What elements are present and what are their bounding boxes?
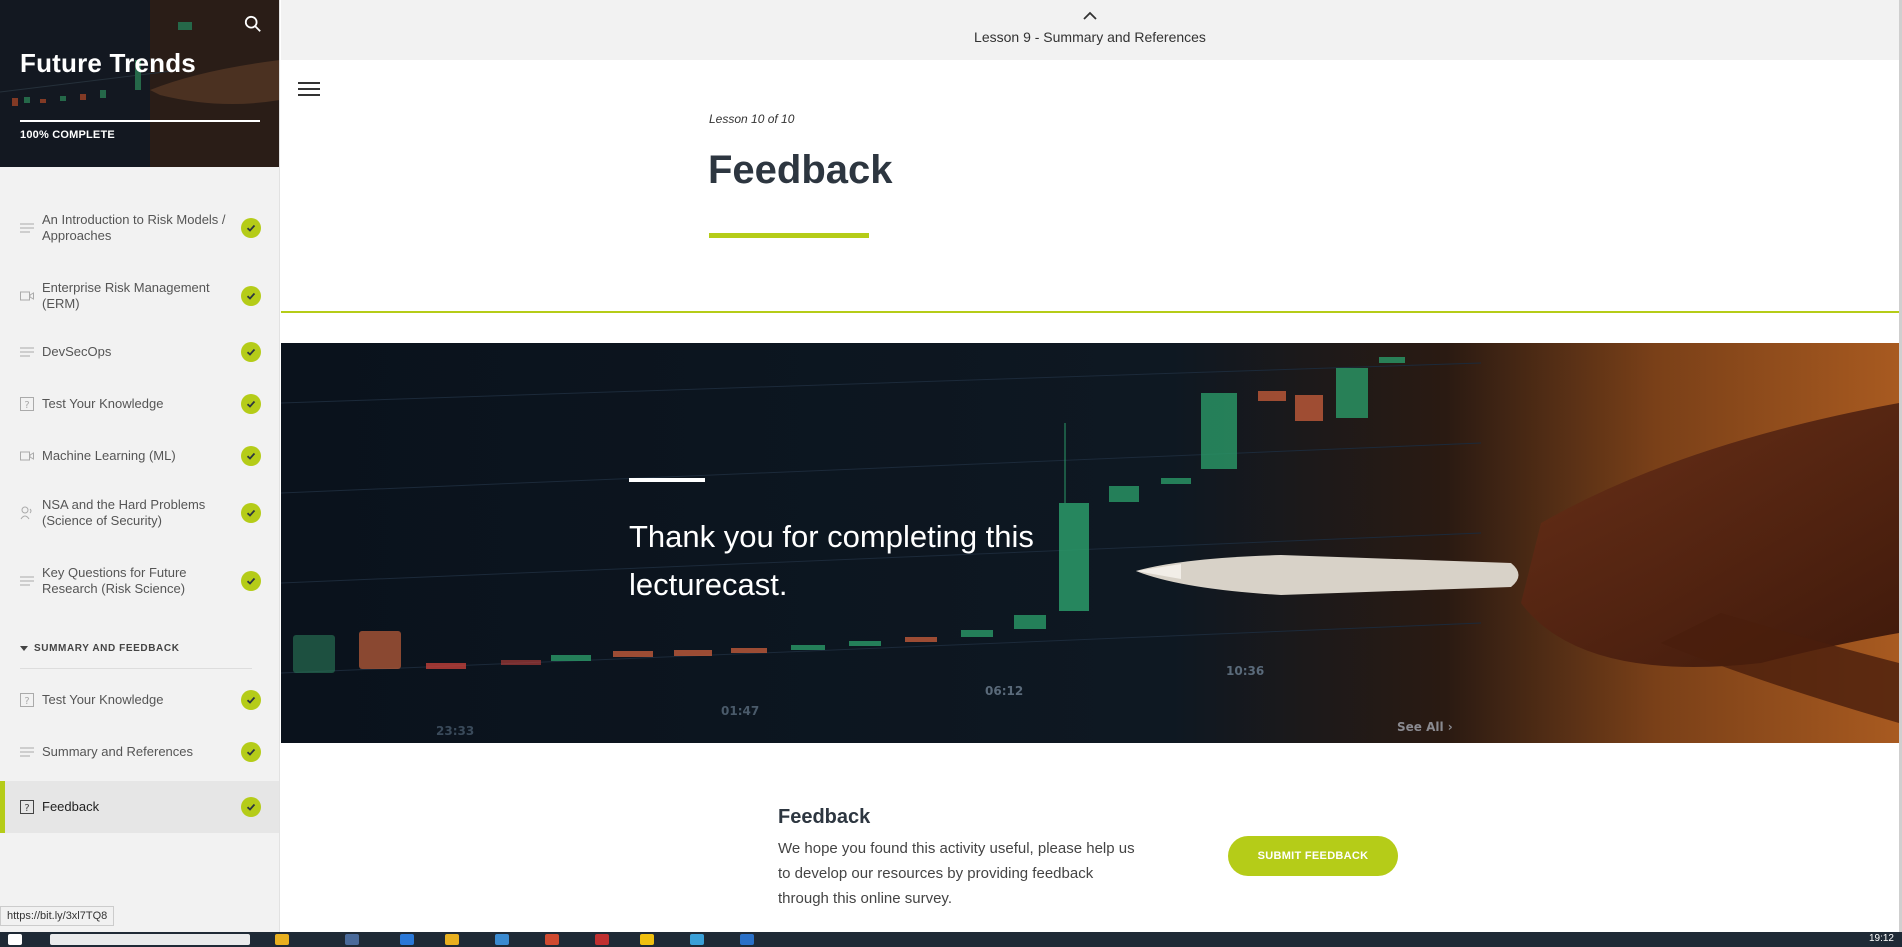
course-progress-bar <box>20 120 260 122</box>
page-title: Feedback <box>708 148 893 192</box>
svg-text:10:36: 10:36 <box>1226 664 1264 678</box>
previous-lesson-link[interactable]: Lesson 9 - Summary and References <box>281 29 1899 45</box>
sidebar-item-machine-learning[interactable]: Machine Learning (ML) <box>0 441 279 471</box>
svg-text:06:12: 06:12 <box>985 684 1023 698</box>
sidebar-item-summary-references[interactable]: Summary and References <box>0 737 279 767</box>
svg-text:01:47: 01:47 <box>721 704 759 718</box>
check-icon <box>241 218 261 238</box>
taskbar-app-icon[interactable] <box>495 934 509 945</box>
svg-text:See All ›: See All › <box>1397 720 1453 734</box>
text-lines-icon <box>20 347 34 357</box>
sidebar-item-label: Enterprise Risk Management (ERM) <box>42 280 210 311</box>
taskbar-app-icon[interactable] <box>400 934 414 945</box>
app-window: Future Trends 100% COMPLETE An Introduct… <box>0 0 1902 947</box>
check-icon <box>241 446 261 466</box>
sidebar-item-label: NSA and the Hard Problems (Science of Se… <box>42 497 206 528</box>
taskbar-app-icon[interactable] <box>275 934 289 945</box>
caret-down-icon <box>20 646 28 651</box>
section-divider <box>281 311 1899 313</box>
title-underline <box>709 233 869 238</box>
start-icon[interactable] <box>8 934 22 945</box>
check-icon <box>241 690 261 710</box>
sidebar-item-devsecops[interactable]: DevSecOps <box>0 337 279 367</box>
course-progress-label: 100% COMPLETE <box>20 129 115 141</box>
svg-text:?: ? <box>24 803 29 814</box>
check-icon <box>241 342 261 362</box>
lesson-count: Lesson 10 of 10 <box>709 112 795 126</box>
section-summary-feedback[interactable]: SUMMARY AND FEEDBACK <box>20 629 252 669</box>
svg-text:?: ? <box>24 400 29 411</box>
os-taskbar: 19:12 <box>0 932 1902 947</box>
sidebar-item-test-knowledge-1[interactable]: ? Test Your Knowledge <box>0 389 279 419</box>
course-header: Future Trends 100% COMPLETE <box>0 0 279 167</box>
sidebar-item-test-knowledge-2[interactable]: ? Test Your Knowledge <box>0 685 279 715</box>
feedback-heading: Feedback <box>778 806 871 828</box>
taskbar-app-icon[interactable] <box>740 934 754 945</box>
text-lines-icon <box>20 576 34 586</box>
sidebar-item-label: Test Your Knowledge <box>42 692 164 707</box>
check-icon <box>241 571 261 591</box>
video-icon <box>20 291 34 301</box>
sidebar-item-label: Machine Learning (ML) <box>42 448 176 463</box>
check-icon <box>241 286 261 306</box>
sidebar-item-label: Feedback <box>42 799 100 814</box>
submit-feedback-button[interactable]: SUBMIT FEEDBACK <box>1228 836 1398 876</box>
status-bar-url: https://bit.ly/3xl7TQ8 <box>0 906 115 926</box>
taskbar-search-input[interactable] <box>50 934 250 945</box>
taskbar-app-icon[interactable] <box>595 934 609 945</box>
svg-text:?: ? <box>24 696 29 707</box>
quiz-icon: ? <box>20 693 34 707</box>
menu-icon[interactable] <box>298 80 320 98</box>
folder-icon[interactable] <box>445 934 459 945</box>
previous-lesson-bar[interactable]: Lesson 9 - Summary and References <box>281 0 1899 60</box>
sidebar-item-label: Key Questions for Future Research (Risk … <box>42 565 187 596</box>
check-icon <box>241 503 261 523</box>
section-label: SUMMARY AND FEEDBACK <box>34 643 180 654</box>
chevron-up-icon <box>1083 11 1097 20</box>
hero-message: Thank you for completing this lecturecas… <box>629 519 1034 602</box>
taskbar-app-icon[interactable] <box>345 934 359 945</box>
svg-text:23:33: 23:33 <box>436 724 474 738</box>
sidebar-item-erm[interactable]: Enterprise Risk Management (ERM) <box>0 276 279 316</box>
check-icon <box>241 394 261 414</box>
taskbar-app-icon[interactable] <box>640 934 654 945</box>
sidebar-item-label: An Introduction to Risk Models / Approac… <box>42 212 226 243</box>
sidebar-item-label: Test Your Knowledge <box>42 396 164 411</box>
text-lines-icon <box>20 747 34 757</box>
check-icon <box>241 797 261 817</box>
sidebar-item-label: DevSecOps <box>42 344 112 359</box>
sidebar-item-feedback[interactable]: ? Feedback <box>0 781 279 833</box>
quiz-icon: ? <box>20 800 34 814</box>
taskbar-clock: 19:12 <box>1868 933 1894 944</box>
video-icon <box>20 451 34 461</box>
taskbar-app-icon[interactable] <box>545 934 559 945</box>
course-sidebar: Future Trends 100% COMPLETE An Introduct… <box>0 0 280 932</box>
sidebar-item-nsa-hard-problems[interactable]: NSA and the Hard Problems (Science of Se… <box>0 493 279 533</box>
sidebar-item-key-questions[interactable]: Key Questions for Future Research (Risk … <box>0 561 279 601</box>
text-lines-icon <box>20 223 34 233</box>
sidebar-item-intro-risk-models[interactable]: An Introduction to Risk Models / Approac… <box>0 208 279 248</box>
sidebar-item-label: Summary and References <box>42 744 194 759</box>
course-title: Future Trends <box>20 48 196 78</box>
hero-accent-bar <box>629 478 705 482</box>
feedback-description: We hope you found this activity useful, … <box>778 840 1135 907</box>
browser-icon[interactable] <box>690 934 704 945</box>
check-icon <box>241 742 261 762</box>
audio-icon <box>20 506 32 520</box>
quiz-icon: ? <box>20 397 34 411</box>
hero-banner: 23:33 01:47 06:12 10:36 See All › Thank … <box>281 343 1899 743</box>
search-icon[interactable] <box>244 15 262 33</box>
